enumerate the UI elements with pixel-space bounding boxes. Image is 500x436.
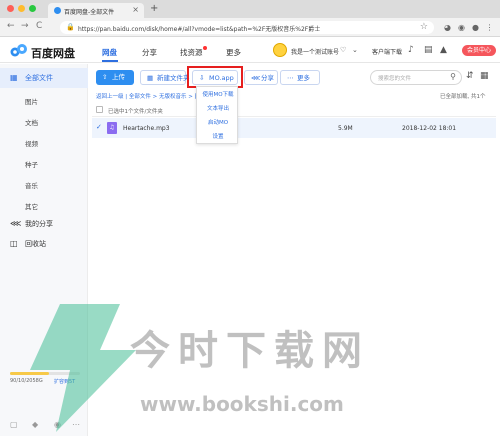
share-label: 分享 [261,74,274,82]
mo-app-dropdown-menu: 使用MO下载 文本导出 启动MO 设置 [196,86,238,144]
watermark-url: www.bookshi.com [140,392,344,416]
tab-title: 百度网盘-全部文件 [64,9,115,16]
more-label: 更多 [297,74,310,82]
table-row[interactable]: ✓ ♫ Heartache.mp3 5.9M 2018-12-02 18:01 [92,118,496,138]
grid-view-icon[interactable]: ▦ [480,71,489,81]
minimize-window-button[interactable] [18,5,25,12]
menu-item-download-with-mo[interactable]: 使用MO下载 [197,88,239,102]
file-size: 5.9M [338,125,353,132]
more-dots-icon: ⋯ [287,74,294,82]
baidu-favicon-icon [54,7,61,14]
selection-count-text: 已选中1个文件/文件夹 [108,109,163,115]
share-button[interactable]: ⋘ 分享 [244,70,278,85]
reload-button[interactable]: C [36,21,42,31]
notification-dot [203,46,207,50]
baidu-netdisk-logo-icon [10,44,27,57]
file-list-header: 已选中1个文件/文件夹 [92,103,496,117]
address-bar[interactable]: 🔒 https://pan.baidu.com/disk/home#/all?v… [60,21,434,34]
loaded-count: 已全部加载, 共1个 [440,94,486,100]
close-window-button[interactable] [7,5,14,12]
upload-button[interactable]: ⇧ 上传 [96,70,134,85]
file-name[interactable]: Heartache.mp3 [123,125,170,132]
sidebar-item-videos[interactable]: 视频 [25,138,38,148]
extension-icon[interactable]: ◉ [456,22,467,33]
more-button[interactable]: ⋯ 更多 [280,70,320,85]
menu-item-settings[interactable]: 设置 [197,130,239,144]
bell-icon[interactable]: ♪ [408,45,414,55]
zoom-window-button[interactable] [29,5,36,12]
nav-find-resources[interactable]: 找资源 [180,47,203,58]
browser-menu-icon[interactable]: ⋮ [484,22,495,33]
breadcrumb[interactable]: 返回上一级 | 全部文件 > 无版权音乐 > 爵士 [96,92,206,100]
select-all-checkbox[interactable] [96,106,103,113]
watermark-title: 今时下载网 [130,327,370,374]
sidebar-item-torrents[interactable]: 种子 [25,159,38,169]
sidebar-item-recycle-bin[interactable]: ◫ 回收站 [0,234,88,254]
new-tab-button[interactable]: + [150,3,158,14]
search-placeholder: 搜索您的文件 [378,76,412,82]
sidebar-item-music[interactable]: 音乐 [25,180,38,190]
sort-icon[interactable]: ⇵ [466,71,474,81]
nav-share[interactable]: 分享 [142,47,157,58]
lock-icon: 🔒 [66,23,75,31]
sidebar-item-images[interactable]: 图片 [25,96,38,106]
search-icon[interactable]: ⚲ [450,72,456,81]
client-download-link[interactable]: 客户端下载 [372,47,402,56]
heart-icon: ♡ [340,46,347,54]
logo-text: 百度网盘 [31,47,75,60]
new-folder-icon: ▦ [147,74,154,82]
new-folder-label: 新建文件夹 [157,74,190,82]
audio-file-icon: ♫ [107,122,117,134]
share-icon: ⋘ [251,74,261,82]
sidebar-item-others[interactable]: 其它 [25,201,38,211]
sidebar-item-my-shares[interactable]: ⋘ 我的分享 [0,214,88,234]
member-center-button[interactable]: 会员中心 [462,45,496,56]
menu-item-export-text[interactable]: 文本导出 [197,102,239,116]
shirt-icon[interactable]: ▲ [440,45,447,55]
tab-close-icon[interactable]: × [132,5,139,14]
upload-icon: ⇧ [102,73,108,81]
trash-icon: ◫ [10,239,18,248]
user-name[interactable]: 我是一个测试账号 [291,47,339,56]
url-text: https://pan.baidu.com/disk/home#/all?vmo… [78,26,321,33]
sidebar-item-documents[interactable]: 文档 [25,117,38,127]
chevron-down-icon[interactable]: ⌄ [352,46,358,54]
search-input[interactable]: 搜索您的文件 ⚲ [370,70,462,85]
sidebar-item-label: 全部文件 [25,74,53,82]
sidebar-item-label: 我的分享 [25,220,53,228]
sidebar-item-all-files[interactable]: ▦ 全部文件 [0,68,88,88]
bookmark-star-icon[interactable]: ☆ [420,22,428,32]
clipboard-icon[interactable]: ▤ [424,45,433,55]
nav-netdisk[interactable]: 网盘 [102,47,117,58]
sidebar-item-label: 回收站 [25,240,46,248]
menu-item-launch-mo[interactable]: 启动MO [197,116,239,130]
share-icon: ⋘ [10,219,22,228]
extension-icon[interactable]: ◕ [442,22,453,33]
new-folder-button[interactable]: ▦ 新建文件夹 [140,70,190,85]
active-nav-indicator [102,60,118,62]
avatar[interactable] [273,43,287,57]
folder-icon: ▦ [10,73,18,82]
highlight-annotation-box [187,66,243,88]
app-header: 百度网盘 网盘 分享 找资源 更多 我是一个测试账号 ♡ ⌄ 客户端下载 ♪ ▤… [0,37,500,63]
profile-icon[interactable]: ● [470,22,481,33]
upload-label: 上传 [112,73,125,81]
browser-toolbar: ← → C 🔒 https://pan.baidu.com/disk/home#… [0,18,500,37]
back-button[interactable]: ← [7,21,15,31]
checkmark-icon[interactable]: ✓ [96,123,102,131]
watermark-arrow-icon [30,304,136,432]
forward-button[interactable]: → [21,21,29,31]
nav-more[interactable]: 更多 [226,47,241,58]
browser-titlebar: 百度网盘-全部文件 × + [0,0,500,18]
file-date: 2018-12-02 18:01 [402,125,457,132]
browser-tab[interactable]: 百度网盘-全部文件 × [48,3,144,18]
